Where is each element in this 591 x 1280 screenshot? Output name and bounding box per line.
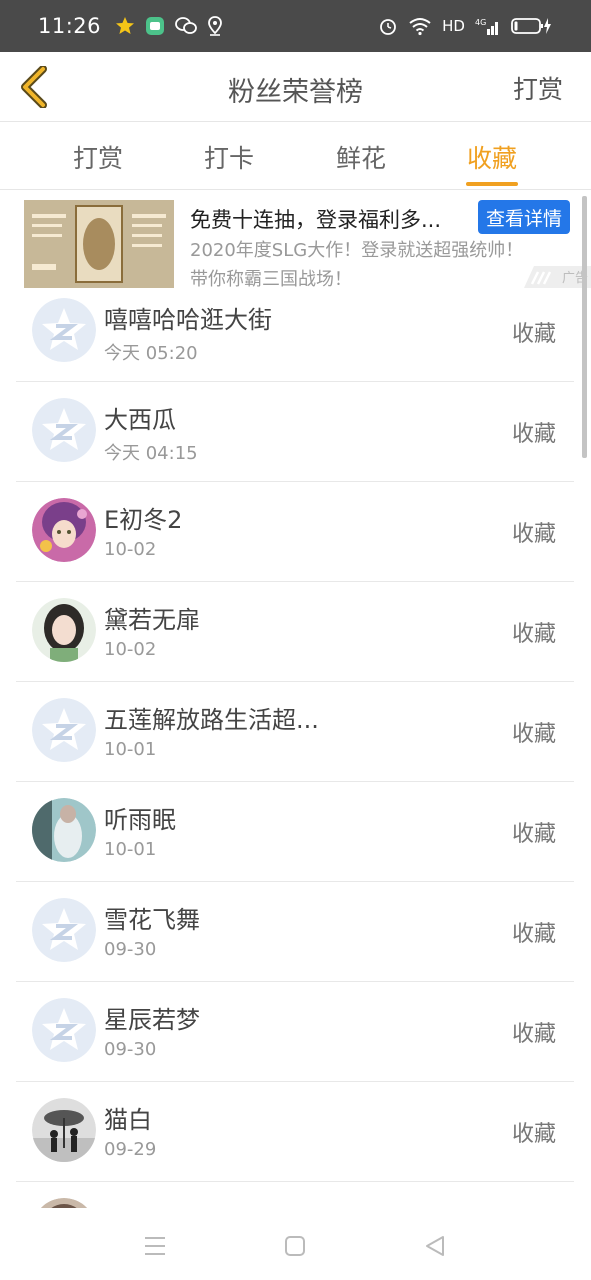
reward-button[interactable]: 打赏 (513, 70, 563, 106)
user-time: 09-30 (104, 939, 157, 960)
tab-collect[interactable]: 收藏 (467, 139, 517, 175)
svg-text:4G: 4G (475, 18, 486, 27)
wechat-icon (175, 16, 197, 36)
avatar[interactable] (32, 798, 96, 862)
ad-desc-line1: 2020年度SLG大作！登录就送超强统帅！ (190, 240, 524, 261)
user-name: 黛若无扉 (104, 606, 200, 634)
alarm-icon (378, 16, 398, 36)
user-name: 嘻嘻哈哈逛大街 (104, 306, 272, 334)
collect-label: 收藏 (511, 522, 556, 547)
collect-label: 收藏 (511, 622, 556, 647)
ad-details-button[interactable]: 查看详情 (478, 200, 571, 234)
user-name: 大西瓜 (104, 406, 176, 434)
avatar[interactable] (32, 1098, 96, 1162)
battery-icon (511, 16, 553, 36)
user-name: 听雨眠 (104, 806, 176, 834)
user-time: 今天 04:15 (104, 443, 198, 464)
home-button[interactable] (281, 1232, 309, 1260)
menu-button[interactable] (141, 1232, 169, 1260)
user-time: 10-01 (104, 739, 157, 760)
list-item-partial[interactable] (16, 1182, 574, 1208)
list-item[interactable]: E初冬2 10-02 收藏 (16, 482, 574, 582)
list-item[interactable]: 大西瓜 今天 04:15 收藏 (16, 382, 574, 482)
back-nav-button[interactable] (421, 1232, 449, 1260)
list-item[interactable]: 黛若无扉 10-02 收藏 (16, 582, 574, 682)
user-name: E初冬2 (104, 506, 183, 534)
triangle-back-icon (426, 1236, 444, 1256)
wifi-icon (408, 16, 432, 36)
collect-label: 收藏 (511, 322, 556, 347)
list-item[interactable]: 嘻嘻哈哈逛大街 今天 05:20 收藏 (16, 282, 574, 382)
avatar[interactable] (32, 298, 96, 362)
tab-reward[interactable]: 打赏 (73, 139, 123, 175)
signal-icon: 4G (475, 16, 501, 36)
home-icon (285, 1236, 305, 1256)
user-name: 星辰若梦 (104, 1006, 200, 1034)
status-bar: 11:26 HD 4G (0, 0, 591, 52)
collect-label: 收藏 (511, 822, 556, 847)
avatar[interactable] (32, 398, 96, 462)
user-time: 10-01 (104, 839, 157, 860)
menu-icon (145, 1237, 165, 1255)
screen: 11:26 HD 4G 粉丝荣誉榜 打赏 打赏 打卡 鲜花 收藏 免费十连抽，登… (0, 0, 591, 1280)
avatar[interactable] (32, 998, 96, 1062)
avatar[interactable] (32, 1198, 96, 1208)
list-item[interactable]: 五莲解放路生活超... 10-01 收藏 (16, 682, 574, 782)
user-time: 09-30 (104, 1039, 157, 1060)
avatar[interactable] (32, 698, 96, 762)
collect-label: 收藏 (511, 1022, 556, 1047)
tab-active-indicator (466, 182, 518, 186)
user-time: 今天 05:20 (104, 343, 198, 364)
collect-label: 收藏 (511, 722, 556, 747)
system-nav-bar (0, 1208, 591, 1280)
ad-thumbnail (24, 200, 174, 288)
location-icon (207, 16, 223, 36)
scrollbar[interactable] (582, 196, 587, 458)
avatar[interactable] (32, 598, 96, 662)
collect-label: 收藏 (511, 1122, 556, 1147)
fan-list: 嘻嘻哈哈逛大街 今天 05:20 收藏 大西瓜 今天 04:15 收藏 E初冬2… (0, 282, 591, 1208)
user-time: 09-29 (104, 1139, 157, 1160)
list-item[interactable]: 雪花飞舞 09-30 收藏 (16, 882, 574, 982)
avatar[interactable] (32, 498, 96, 562)
list-item[interactable]: 猫白 09-29 收藏 (16, 1082, 574, 1182)
star-icon (115, 16, 135, 36)
tab-flowers[interactable]: 鲜花 (336, 139, 386, 175)
avatar[interactable] (32, 898, 96, 962)
ad-title: 免费十连抽，登录福利多... (190, 208, 442, 232)
network-label: HD (442, 17, 465, 35)
status-time: 11:26 (38, 14, 102, 38)
user-name: 五莲解放路生活超... (104, 706, 319, 734)
header: 粉丝荣誉榜 打赏 (0, 52, 591, 122)
collect-label: 收藏 (511, 922, 556, 947)
list-item[interactable]: 听雨眠 10-01 收藏 (16, 782, 574, 882)
app-icon (145, 16, 165, 36)
user-time: 10-02 (104, 639, 157, 660)
user-name: 猫白 (104, 1106, 152, 1134)
collect-label: 收藏 (511, 422, 556, 447)
tab-checkin[interactable]: 打卡 (204, 139, 254, 175)
tab-bar: 打赏 打卡 鲜花 收藏 (0, 122, 591, 190)
user-name: 雪花飞舞 (104, 906, 200, 934)
ad-banner[interactable]: 免费十连抽，登录福利多... 查看详情 2020年度SLG大作！登录就送超强统帅… (0, 192, 591, 296)
page-title: 粉丝荣誉榜 (228, 77, 363, 108)
user-time: 10-02 (104, 539, 157, 560)
list-item[interactable]: 星辰若梦 09-30 收藏 (16, 982, 574, 1082)
